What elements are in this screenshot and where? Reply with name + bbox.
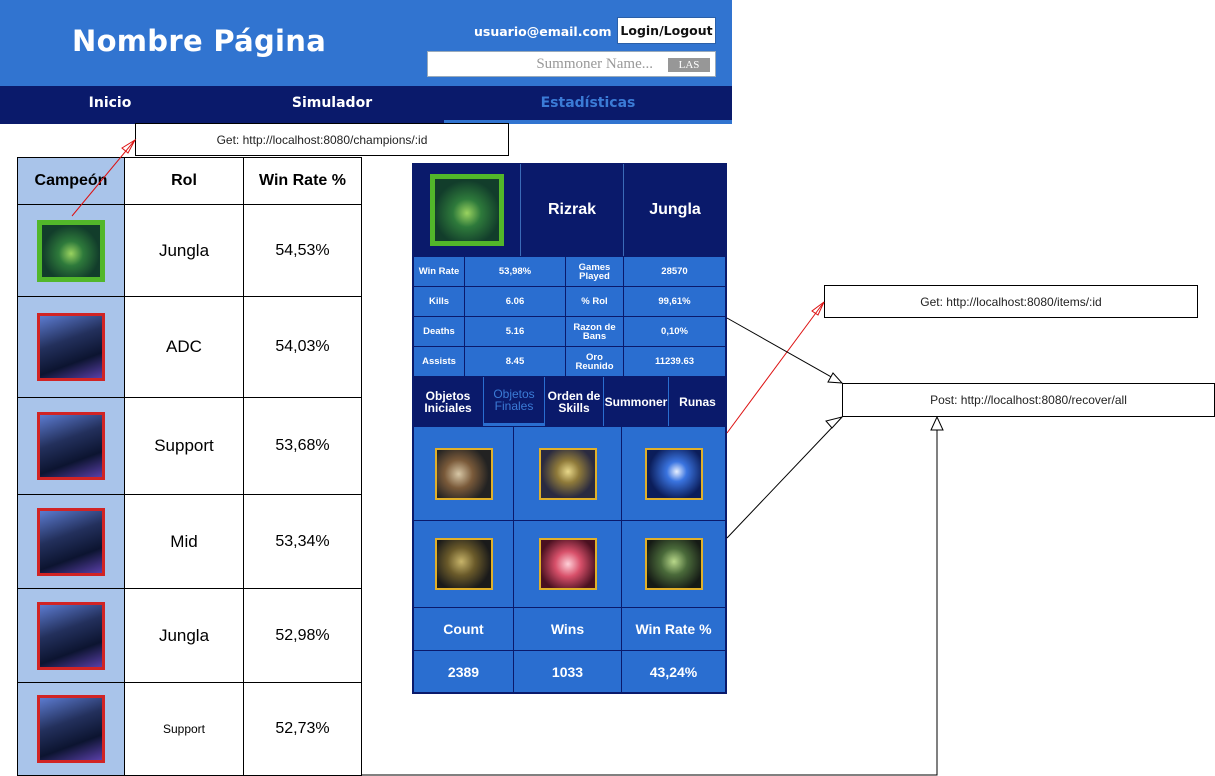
footer-arrowhead: [825, 416, 844, 429]
stats-arrowhead: [827, 372, 844, 384]
items-connector: [726, 301, 825, 434]
items-arrowhead: [811, 301, 825, 316]
stats-connector: [726, 317, 843, 384]
table-arrowhead: [930, 415, 944, 431]
table-connector: [362, 430, 938, 776]
footer-connector: [726, 416, 843, 539]
connector-lines: [71, 138, 944, 776]
